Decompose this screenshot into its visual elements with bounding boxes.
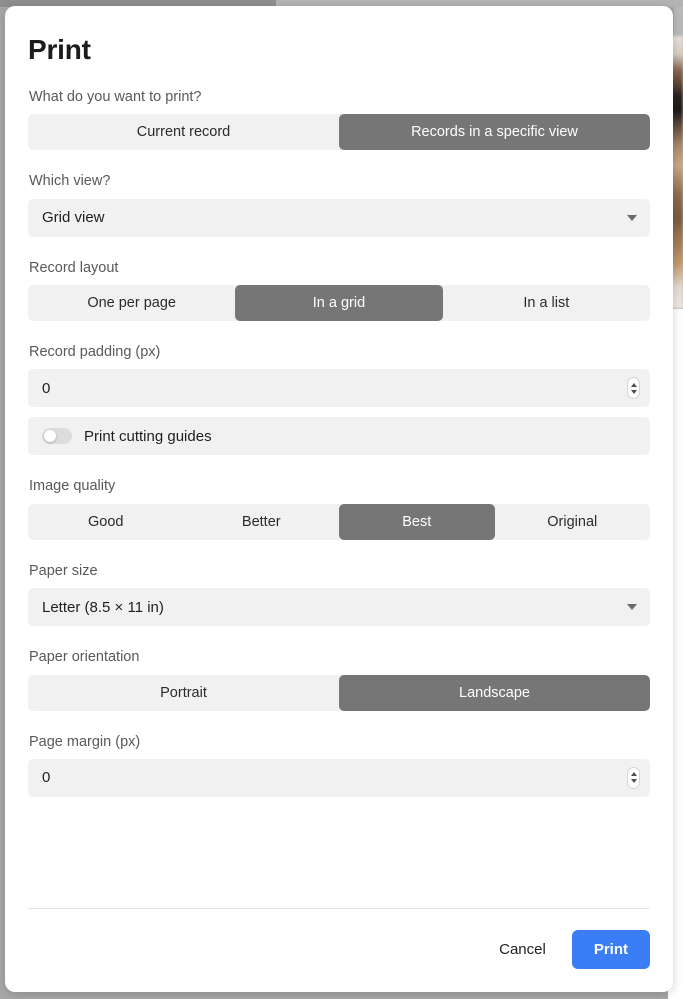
which-view-label: Which view? (29, 173, 111, 190)
paper-orientation-label: Paper orientation (29, 649, 140, 666)
segment-records-in-a-specific-view[interactable]: Records in a specific view (339, 114, 650, 151)
segment-original[interactable]: Original (495, 504, 651, 540)
print-cutting-guides-row[interactable]: Print cutting guides (28, 417, 650, 456)
chevron-down-icon (627, 214, 637, 221)
print-target-segmented-control: Current record Records in a specific vie… (28, 114, 650, 151)
page-title: Print (28, 34, 91, 65)
page-margin-stepper[interactable] (627, 766, 640, 789)
segment-portrait[interactable]: Portrait (28, 675, 339, 711)
image-quality-label: Image quality (29, 478, 116, 495)
field-page-margin: Page margin (px) (28, 734, 650, 797)
print-cutting-guides-toggle[interactable] (42, 428, 72, 445)
paper-size-label: Paper size (29, 562, 98, 579)
record-padding-stepper[interactable] (627, 377, 640, 400)
print-dialog-footer: Cancel Print (5, 908, 673, 992)
segment-in-a-grid[interactable]: In a grid (235, 284, 443, 321)
page-margin-label: Page margin (px) (29, 733, 141, 750)
segment-current-record[interactable]: Current record (28, 114, 339, 150)
which-view-value: Grid view (42, 209, 105, 227)
field-record-layout: Record layout One per page In a grid In … (28, 260, 650, 321)
image-quality-segmented-control: Good Better Best Original (28, 503, 651, 540)
chevron-up-icon[interactable] (630, 772, 637, 777)
record-padding-label: Record padding (px) (29, 343, 161, 360)
footer-actions: Cancel Print (485, 930, 650, 969)
print-target-label: What do you want to print? (29, 88, 202, 105)
footer-divider (28, 908, 650, 909)
print-dialog: Print What do you want to print? Current… (5, 6, 673, 992)
toggle-knob (44, 430, 56, 443)
segment-in-a-list[interactable]: In a list (443, 285, 650, 321)
paper-size-value: Letter (8.5 × 11 in) (42, 598, 164, 616)
record-padding-input[interactable] (42, 379, 342, 397)
page-margin-input[interactable] (42, 769, 342, 787)
paper-orientation-segmented-control: Portrait Landscape (28, 674, 650, 711)
segment-better[interactable]: Better (184, 504, 340, 540)
segment-landscape[interactable]: Landscape (339, 674, 650, 711)
segment-good[interactable]: Good (28, 504, 184, 540)
field-print-target: What do you want to print? Current recor… (28, 88, 650, 151)
segment-one-per-page[interactable]: One per page (28, 285, 235, 321)
field-image-quality: Image quality Good Better Best Original (28, 478, 651, 540)
chevron-down-icon[interactable] (630, 389, 637, 394)
print-button[interactable]: Print (571, 930, 650, 969)
record-layout-segmented-control: One per page In a grid In a list (28, 284, 650, 321)
print-cutting-guides-label: Print cutting guides (84, 427, 212, 445)
which-view-select[interactable]: Grid view (28, 198, 650, 237)
chevron-up-icon[interactable] (630, 382, 637, 387)
paper-size-select[interactable]: Letter (8.5 × 11 in) (28, 588, 650, 627)
record-layout-label: Record layout (29, 259, 119, 276)
page-margin-input-wrapper (28, 758, 650, 797)
chevron-down-icon[interactable] (630, 779, 637, 784)
record-padding-input-wrapper (28, 369, 650, 408)
print-dialog-body: Print What do you want to print? Current… (5, 6, 673, 908)
chevron-down-icon (627, 604, 637, 611)
field-paper-size: Paper size Letter (8.5 × 11 in) (28, 562, 650, 627)
field-paper-orientation: Paper orientation Portrait Landscape (28, 649, 650, 711)
segment-best[interactable]: Best (339, 503, 495, 540)
field-record-padding: Record padding (px) Print cutting guides (28, 343, 650, 456)
field-which-view: Which view? Grid view (28, 173, 650, 237)
cancel-button[interactable]: Cancel (485, 931, 560, 968)
